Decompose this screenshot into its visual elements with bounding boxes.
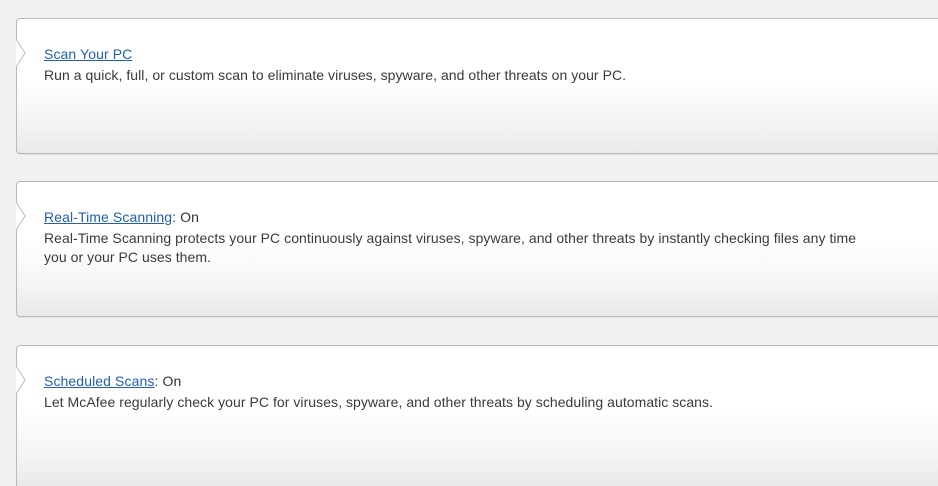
real-time-scanning-panel: Real-Time Scanning: On Real-Time Scannin… xyxy=(16,181,938,317)
panel-notch-icon xyxy=(16,39,26,67)
panel-notch-icon xyxy=(16,202,26,230)
panel-description: Real-Time Scanning protects your PC cont… xyxy=(44,230,857,265)
scan-your-pc-link[interactable]: Scan Your PC xyxy=(44,46,132,62)
real-time-scanning-status: On xyxy=(180,209,199,225)
real-time-scanning-link[interactable]: Real-Time Scanning xyxy=(44,209,172,225)
panel-title: Scheduled Scans: On xyxy=(44,372,916,390)
panel-content: Scan Your PC Run a quick, full, or custo… xyxy=(44,45,916,85)
scheduled-scans-panel: Scheduled Scans: On Let McAfee regularly… xyxy=(16,345,938,486)
panel-content: Scheduled Scans: On Let McAfee regularly… xyxy=(44,372,916,412)
scan-your-pc-panel: Scan Your PC Run a quick, full, or custo… xyxy=(16,18,938,154)
panel-notch-icon xyxy=(16,366,26,394)
panel-title: Scan Your PC xyxy=(44,45,916,63)
scheduled-scans-status: On xyxy=(162,373,182,389)
panel-title: Real-Time Scanning: On xyxy=(44,208,916,226)
status-separator: : xyxy=(172,209,181,225)
panel-description: Run a quick, full, or custom scan to eli… xyxy=(44,67,627,83)
scheduled-scans-link[interactable]: Scheduled Scans xyxy=(44,373,154,389)
panel-content: Real-Time Scanning: On Real-Time Scannin… xyxy=(44,208,916,267)
panel-description: Let McAfee regularly check your PC for v… xyxy=(44,394,714,410)
